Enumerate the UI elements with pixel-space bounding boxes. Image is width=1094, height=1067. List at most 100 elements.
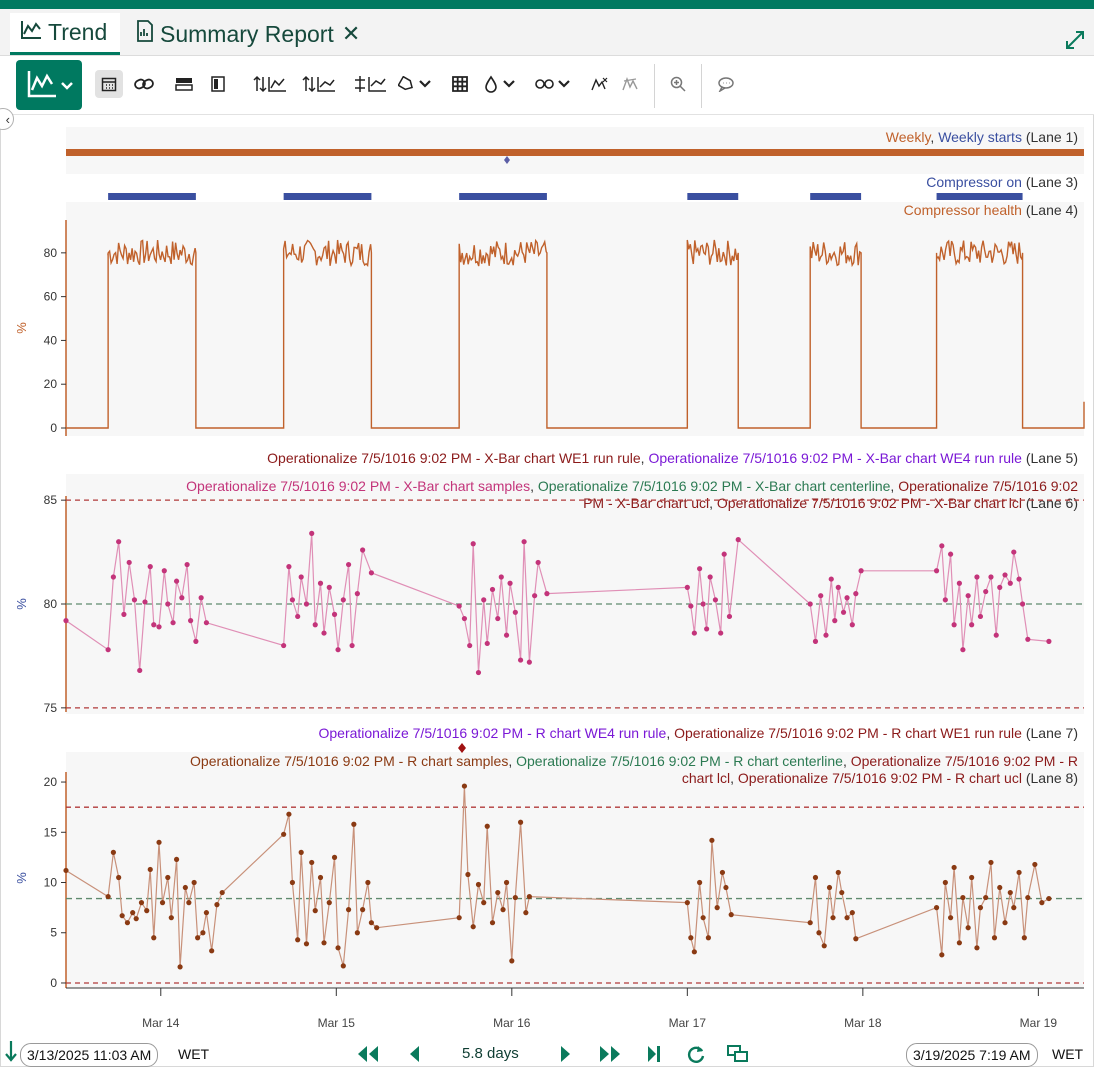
sync-windows-button[interactable]	[726, 1042, 750, 1066]
r-sample-point[interactable]	[200, 930, 206, 936]
xbar-sample-point[interactable]	[948, 551, 954, 557]
xbar-sample-point[interactable]	[849, 622, 855, 628]
r-sample-point[interactable]	[495, 889, 501, 896]
r-sample-point[interactable]	[63, 867, 69, 874]
xbar-sample-point[interactable]	[521, 539, 527, 545]
r-sample-point[interactable]	[700, 915, 706, 921]
xbar-sample-point[interactable]	[544, 591, 550, 597]
step-back-button[interactable]	[408, 1042, 420, 1066]
xbar-sample-point[interactable]	[726, 613, 733, 620]
r-sample-point[interactable]	[195, 935, 201, 941]
xbar-sample-point[interactable]	[1007, 580, 1013, 586]
xbar-sample-point[interactable]	[997, 584, 1003, 590]
r-sample-point[interactable]	[719, 869, 726, 876]
r-sample-point[interactable]	[512, 894, 518, 901]
xbar-sample-point[interactable]	[193, 638, 199, 644]
xbar-sample-point[interactable]	[1011, 549, 1017, 555]
compressor-on-capsule[interactable]	[283, 193, 372, 200]
r-sample-point[interactable]	[844, 915, 850, 921]
r-sample-point[interactable]	[489, 920, 496, 926]
xbar-sample-point[interactable]	[700, 601, 706, 607]
xbar-sample-point[interactable]	[844, 595, 850, 601]
r-sample-point[interactable]	[326, 900, 332, 906]
r-chart-run-rule-marker[interactable]	[458, 743, 466, 753]
xbar-sample-point[interactable]	[707, 574, 713, 580]
align-icon[interactable]	[352, 70, 388, 98]
xbar-sample-point[interactable]	[281, 642, 287, 649]
r-sample-point[interactable]	[816, 930, 822, 936]
tab-summary-report[interactable]: Summary Report ✕	[136, 13, 360, 55]
xbar-sample-point[interactable]	[456, 603, 462, 609]
xbar-sample-point[interactable]	[512, 609, 518, 615]
r-sample-point[interactable]	[1039, 900, 1045, 906]
r-sample-point[interactable]	[368, 920, 374, 926]
compressor-on-capsule[interactable]	[459, 193, 547, 200]
xbar-sample-point[interactable]	[317, 580, 324, 586]
r-sample-point[interactable]	[138, 900, 145, 906]
xbar-sample-point[interactable]	[110, 574, 116, 580]
r-sample-point[interactable]	[1021, 935, 1027, 941]
r-sample-point[interactable]	[691, 949, 697, 955]
xbar-sample-point[interactable]	[126, 559, 132, 566]
xbar-sample-point[interactable]	[812, 638, 819, 644]
r-sample-point[interactable]	[321, 940, 327, 946]
xbar-sample-point[interactable]	[498, 574, 504, 580]
r-sample-point[interactable]	[503, 879, 510, 886]
r-sample-point[interactable]	[705, 935, 711, 941]
r-sample-point[interactable]	[130, 910, 136, 916]
r-sample-point[interactable]	[997, 884, 1003, 891]
xbar-sample-point[interactable]	[704, 626, 710, 632]
r-sample-point[interactable]	[173, 856, 180, 863]
r-sample-point[interactable]	[688, 935, 694, 941]
r-sample-point[interactable]	[116, 874, 122, 881]
xbar-sample-point[interactable]	[326, 584, 332, 590]
xbar-sample-point[interactable]	[807, 601, 813, 607]
r-sample-point[interactable]	[186, 900, 192, 906]
r-sample-point[interactable]	[219, 889, 225, 896]
r-sample-point[interactable]	[1025, 894, 1031, 901]
xbar-sample-point[interactable]	[312, 622, 318, 628]
capsule-icon[interactable]	[204, 70, 232, 98]
r-sample-point[interactable]	[835, 869, 841, 876]
r-sample-point[interactable]	[360, 907, 366, 913]
xbar-sample-point[interactable]	[345, 561, 352, 568]
color-icon[interactable]	[484, 70, 520, 98]
r-sample-point[interactable]	[697, 879, 703, 886]
xbar-sample-point[interactable]	[712, 597, 719, 603]
xbar-sample-point[interactable]	[858, 568, 864, 574]
xbar-sample-point[interactable]	[198, 595, 204, 601]
xbar-sample-point[interactable]	[535, 559, 541, 566]
r-sample-point[interactable]	[354, 930, 360, 936]
r-sample-point[interactable]	[523, 910, 529, 916]
xbar-sample-point[interactable]	[721, 551, 727, 557]
xbar-sample-point[interactable]	[735, 537, 741, 543]
link-icon[interactable]	[130, 70, 158, 98]
r-sample-point[interactable]	[317, 874, 324, 881]
r-sample-point[interactable]	[168, 915, 174, 921]
r-sample-point[interactable]	[484, 823, 490, 829]
xbar-sample-point[interactable]	[951, 622, 957, 628]
r-sample-point[interactable]	[826, 884, 833, 891]
xbar-sample-point[interactable]	[151, 622, 157, 628]
r-sample-point[interactable]	[151, 935, 157, 941]
xbar-sample-point[interactable]	[840, 609, 847, 615]
end-time-field[interactable]: 3/19/2025 7:19 AM	[906, 1043, 1038, 1067]
r-sample-point[interactable]	[807, 920, 813, 926]
grid-icon[interactable]	[446, 70, 474, 98]
xbar-sample-point[interactable]	[993, 632, 999, 638]
compressor-on-capsule[interactable]	[108, 193, 196, 200]
xbar-sample-point[interactable]	[718, 630, 724, 636]
xbar-sample-point[interactable]	[823, 632, 829, 638]
xbar-sample-point[interactable]	[340, 597, 346, 603]
r-sample-point[interactable]	[1032, 861, 1038, 868]
r-sample-point[interactable]	[709, 837, 715, 843]
weekly-capsule[interactable]	[66, 149, 1084, 156]
r-sample-point[interactable]	[159, 900, 166, 906]
xbar-sample-point[interactable]	[360, 547, 366, 553]
xbar-sample-point[interactable]	[1002, 572, 1008, 578]
r-sample-point[interactable]	[684, 900, 690, 906]
xbar-sample-point[interactable]	[63, 618, 69, 624]
xbar-sample-point[interactable]	[121, 611, 127, 617]
xbar-sample-point[interactable]	[507, 580, 513, 586]
duration-display[interactable]: 5.8 days	[462, 1045, 519, 1062]
